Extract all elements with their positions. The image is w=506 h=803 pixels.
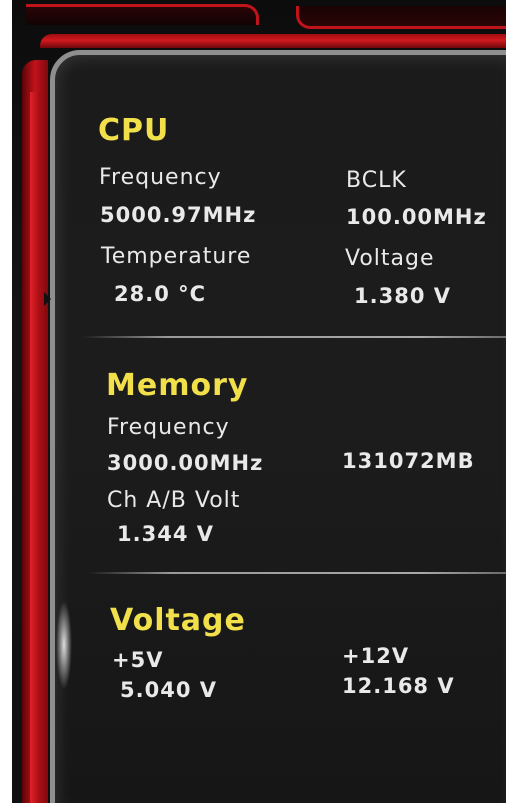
- top-frame-tab-right: [296, 6, 506, 29]
- memory-frequency-value: 3000.00MHz: [107, 451, 264, 475]
- voltage-5v-label: +5V: [112, 648, 164, 672]
- cpu-bclk-label: BCLK: [346, 168, 407, 193]
- cpu-frequency-label: Frequency: [99, 165, 222, 190]
- section-divider-memory: [88, 572, 506, 574]
- cpu-voltage-label: Voltage: [345, 246, 435, 271]
- section-divider-cpu: [82, 336, 506, 338]
- voltage-5v-value: 5.040 V: [120, 678, 217, 702]
- top-frame-bar: [40, 34, 506, 48]
- top-frame-tab-left: [26, 4, 259, 25]
- voltage-12v-value: 12.168 V: [342, 674, 455, 698]
- voltage-section-title: Voltage: [110, 603, 246, 638]
- panel-expand-arrow-icon[interactable]: [44, 292, 51, 306]
- cpu-bclk-value: 100.00MHz: [346, 205, 487, 229]
- cpu-section-title: CPU: [98, 113, 170, 148]
- cpu-temperature-label: Temperature: [101, 244, 252, 269]
- cpu-voltage-value: 1.380 V: [354, 284, 451, 308]
- screen-glare: [56, 600, 72, 690]
- cpu-temperature-value: 28.0 °C: [114, 282, 207, 306]
- voltage-12v-label: +12V: [342, 644, 410, 668]
- memory-volt-value: 1.344 V: [117, 522, 214, 546]
- left-frame-highlight: [30, 92, 40, 803]
- cpu-frequency-value: 5000.97MHz: [100, 203, 257, 227]
- memory-section-title: Memory: [106, 368, 249, 403]
- memory-volt-label: Ch A/B Volt: [107, 488, 241, 513]
- memory-size-value: 131072MB: [342, 449, 475, 473]
- bios-hardware-monitor-photo: CPU Frequency 5000.97MHz BCLK 100.00MHz …: [0, 0, 506, 803]
- memory-frequency-label: Frequency: [107, 415, 230, 440]
